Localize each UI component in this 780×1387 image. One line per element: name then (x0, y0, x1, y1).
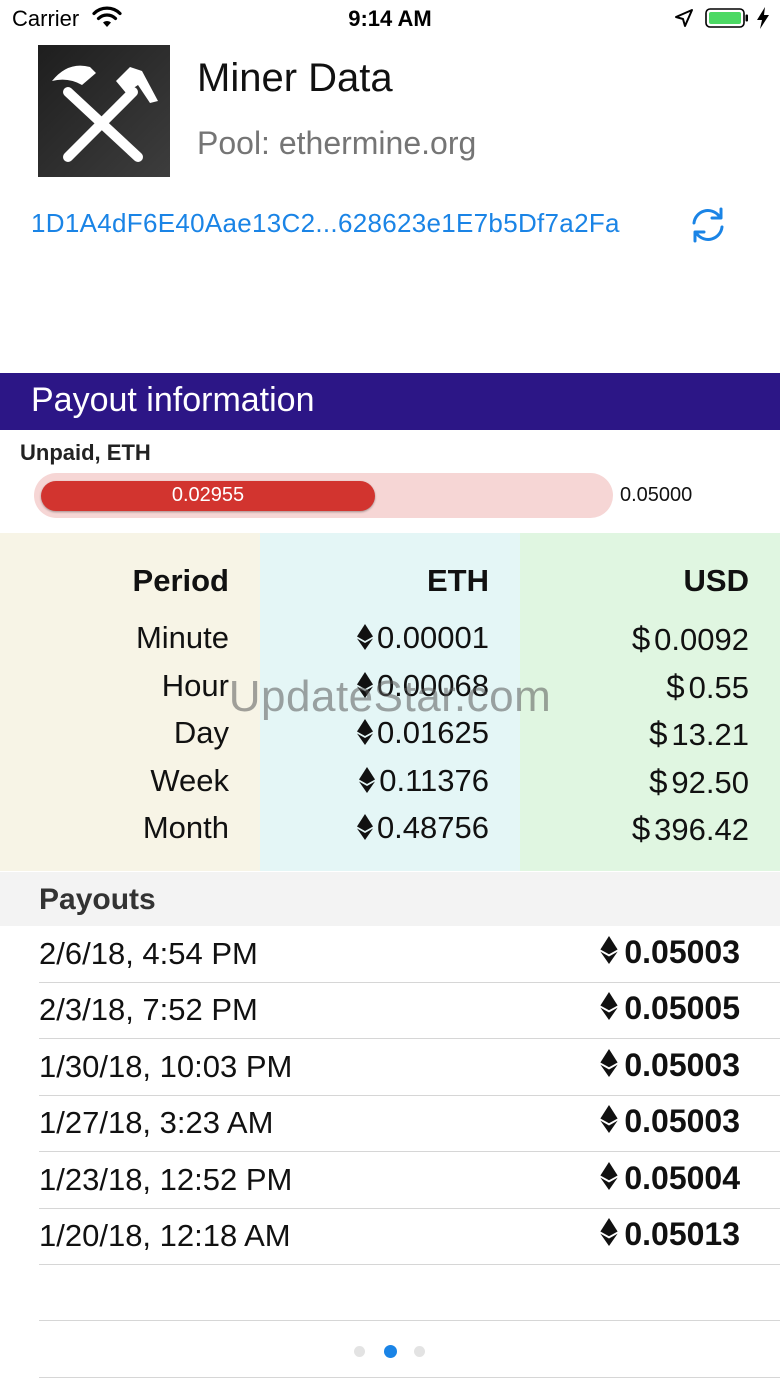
dollar-icon: $ (631, 810, 651, 847)
ethereum-icon (359, 767, 376, 793)
page-dot[interactable] (414, 1346, 425, 1357)
payout-amount-value: 0.05003 (624, 1047, 740, 1083)
pool-label: Pool: ethermine.org (197, 125, 477, 161)
ethereum-icon (356, 624, 373, 650)
period-cell: Week (150, 763, 229, 798)
payout-info-header: Payout information (0, 373, 780, 430)
ethereum-icon (600, 992, 618, 1020)
charging-bolt-icon (757, 7, 769, 29)
payout-date: 2/3/18, 7:52 PM (39, 992, 258, 1027)
eth-header: ETH (427, 563, 489, 598)
wallet-address-link[interactable]: 1D1A4dF6E40Aae13C2...628623e1E7b5Df7a2Fa (31, 208, 620, 239)
payout-amount: 0.05003 (600, 934, 740, 971)
status-time: 9:14 AM (348, 6, 432, 31)
payout-amount-value: 0.05003 (624, 1103, 740, 1139)
payout-date: 1/30/18, 10:03 PM (39, 1049, 293, 1084)
usd-value: 13.21 (671, 717, 749, 752)
period-cell: Minute (135, 620, 229, 655)
payout-info-title: Payout information (31, 381, 315, 419)
payout-amount: 0.05004 (600, 1160, 740, 1197)
payout-amount-value: 0.05004 (624, 1160, 740, 1196)
battery-icon (705, 8, 748, 28)
app-logo (38, 45, 170, 177)
ethereum-icon (356, 814, 373, 840)
dollar-icon: $ (649, 763, 668, 800)
payout-row[interactable]: 2/3/18, 7:52 PM 0.05005 (39, 982, 780, 1039)
app-title: Miner Data (197, 56, 393, 100)
payout-amount: 0.05005 (600, 990, 740, 1027)
period-cell: Month (142, 810, 229, 845)
ethereum-icon (600, 1049, 618, 1077)
payout-amount-value: 0.05005 (624, 990, 740, 1026)
status-bar: Carrier 9:14 AM (0, 0, 780, 40)
eth-cell: 0.00001 (356, 620, 489, 656)
payouts-header: Payouts (0, 872, 780, 926)
usd-cell: $396.42 (632, 810, 749, 848)
payout-amount: 0.05003 (600, 1103, 740, 1140)
usd-header: USD (683, 563, 749, 598)
location-arrow-icon (675, 9, 693, 27)
payout-amount-value: 0.05013 (624, 1216, 740, 1252)
ethereum-icon (600, 1162, 618, 1190)
payout-row[interactable]: 1/30/18, 10:03 PM 0.05003 (39, 1039, 780, 1096)
usd-cell: $0.0092 (632, 620, 749, 658)
ethereum-icon (600, 936, 618, 964)
page-dot[interactable] (354, 1346, 365, 1357)
dollar-icon: $ (631, 620, 651, 657)
usd-value: 396.42 (654, 812, 749, 847)
eth-cell: 0.11376 (359, 763, 489, 799)
eth-value: 0.11376 (379, 763, 489, 798)
payout-date: 1/20/18, 12:18 AM (39, 1218, 291, 1253)
payout-amount: 0.05013 (600, 1216, 740, 1253)
divider (39, 1320, 780, 1321)
pickaxe-hammer-icon (52, 65, 158, 162)
watermark: UpdateStar.com (228, 672, 552, 721)
ethereum-icon (600, 1218, 618, 1246)
divider (39, 1377, 780, 1378)
payout-row[interactable]: 1/23/18, 12:52 PM 0.05004 (39, 1152, 780, 1209)
payout-amount-value: 0.05003 (624, 934, 740, 970)
unpaid-progress-fill: 0.02955 (41, 481, 375, 511)
usd-cell: $92.50 (649, 763, 749, 801)
ethereum-icon (600, 1105, 618, 1133)
payout-row[interactable]: 1/27/18, 3:23 AM 0.05003 (39, 1095, 780, 1152)
ethereum-icon (356, 719, 373, 745)
payout-amount: 0.05003 (600, 1047, 740, 1084)
eth-cell: 0.48756 (356, 810, 489, 846)
payout-date: 1/23/18, 12:52 PM (39, 1162, 293, 1197)
refresh-icon[interactable] (688, 205, 728, 245)
page-dot[interactable] (384, 1345, 397, 1358)
payouts-title: Payouts (39, 883, 156, 916)
eth-value: 0.48756 (376, 810, 489, 845)
usd-value: 0.0092 (654, 622, 749, 657)
usd-value: 92.50 (671, 765, 749, 800)
payout-row[interactable]: 2/6/18, 4:54 PM 0.05003 (39, 926, 780, 983)
unpaid-label: Unpaid, ETH (20, 440, 151, 465)
unpaid-current-value: 0.02955 (171, 484, 245, 506)
unpaid-threshold-value: 0.05000 (620, 484, 693, 506)
payout-date: 2/6/18, 4:54 PM (39, 936, 258, 971)
payout-row[interactable]: 1/20/18, 12:18 AM 0.05013 (39, 1208, 780, 1265)
payout-date: 1/27/18, 3:23 AM (39, 1105, 274, 1140)
period-header: Period (132, 563, 229, 598)
eth-value: 0.00001 (376, 620, 489, 655)
